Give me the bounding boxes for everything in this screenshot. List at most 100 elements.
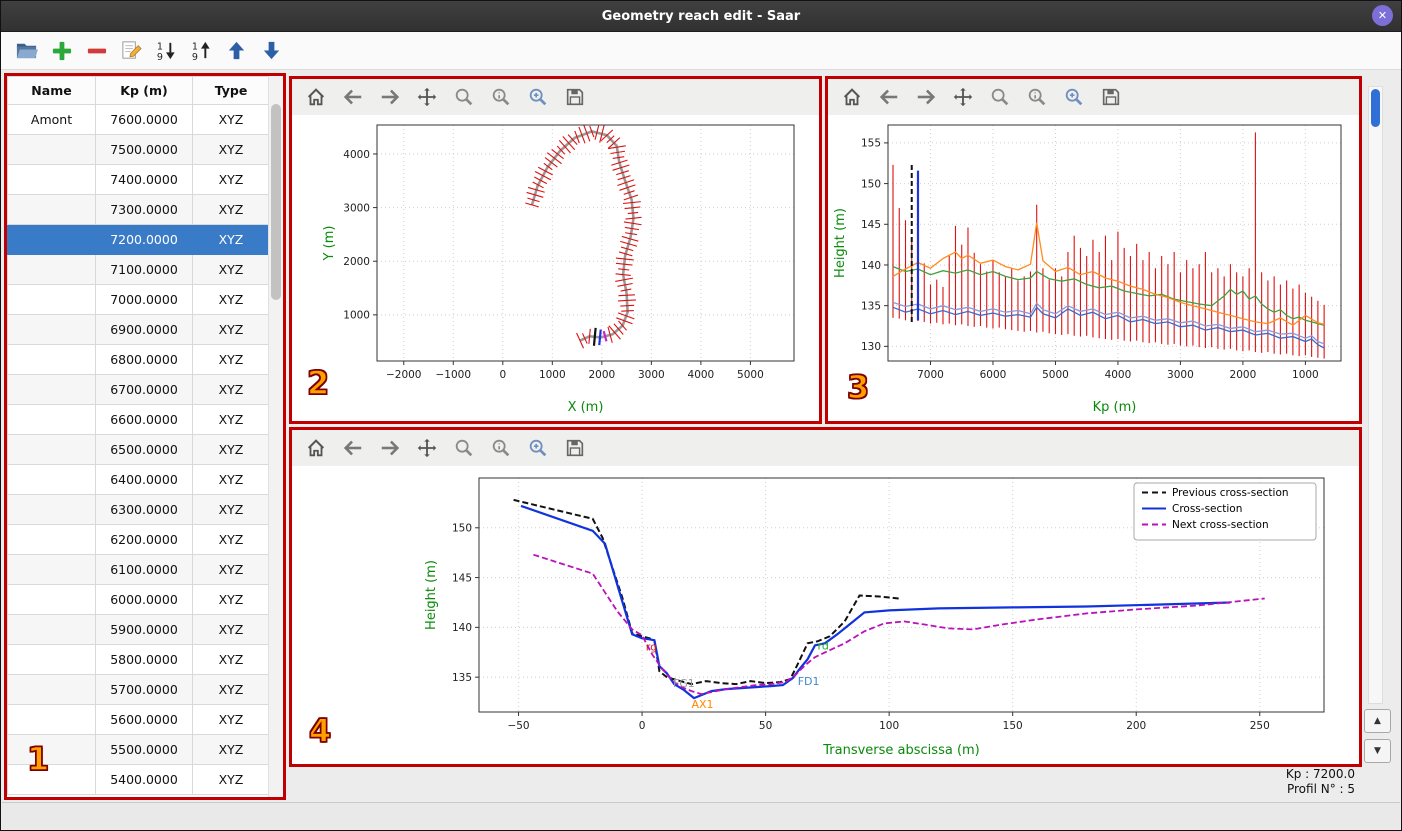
plan-view-chart[interactable]: −2000 −1000 0 1000 2000 3000 4000 5000 1000 2000 3… [292,115,819,421]
profile-status: Kp : 7200.0 Profil N° : 5 [1286,767,1355,797]
forward-button[interactable] [378,436,402,460]
table-row[interactable]: 5600.0000 XYZ [7,704,270,735]
cross-section-chart[interactable]: −50 0 50 100 150 200 250 135 140 145 150 Transverse… [292,466,1359,764]
move-up-button[interactable] [223,38,249,64]
annotation-FD1: FD1 [798,675,820,688]
delete-cross-section-button[interactable] [83,38,109,64]
table-row[interactable]: 6000.0000 XYZ [7,584,270,615]
zoom-button[interactable] [452,85,476,109]
forward-button[interactable] [914,85,938,109]
table-row[interactable]: Amont 7600.0000 XYZ [7,104,270,135]
cell-type: XYZ [192,134,270,165]
zoom-button[interactable] [452,436,476,460]
table-scrollbar[interactable] [268,76,283,797]
cell-name [7,134,96,165]
zoom-button[interactable] [988,85,1012,109]
pan-button[interactable] [415,436,439,460]
table-row[interactable]: 7200.0000 XYZ [7,224,270,255]
sort-ascending-button[interactable]: 1 9 [188,38,214,64]
svg-text:145: 145 [452,572,472,584]
annotation-number-2: 2 [306,364,330,402]
cell-type: XYZ [192,284,270,315]
magnifier-plus-icon [1065,88,1083,106]
table-row[interactable]: 6100.0000 XYZ [7,554,270,585]
forward-button[interactable] [378,85,402,109]
table-row[interactable]: 5800.0000 XYZ [7,644,270,675]
svg-text:Kp (m): Kp (m) [1093,400,1137,415]
table-row[interactable]: 6800.0000 XYZ [7,344,270,375]
zoom-rect-button[interactable] [526,436,550,460]
table-row[interactable]: 6700.0000 XYZ [7,374,270,405]
pan-button[interactable] [951,85,975,109]
svg-text:130: 130 [861,341,881,353]
cell-kp: 5400.0000 [95,764,193,795]
table-row[interactable]: 7500.0000 XYZ [7,134,270,165]
back-button[interactable] [877,85,901,109]
cell-name [7,734,96,765]
cell-name [7,704,96,735]
open-button[interactable] [13,38,39,64]
cell-kp: 5600.0000 [95,704,193,735]
back-button[interactable] [341,85,365,109]
table-row[interactable]: 7300.0000 XYZ [7,194,270,225]
magnifier-info-icon [492,88,510,106]
svg-text:150: 150 [452,523,472,535]
table-row[interactable]: 6600.0000 XYZ [7,404,270,435]
profile-scrollbar[interactable] [1368,86,1383,704]
cell-kp: 6700.0000 [95,374,193,405]
previous-profile-button[interactable]: ▲ [1364,709,1391,733]
close-button[interactable]: ✕ [1372,5,1393,26]
annotation-rg: rg [646,640,657,653]
save-button[interactable] [563,85,587,109]
cell-type: XYZ [192,314,270,345]
save-button[interactable] [1099,85,1123,109]
pan-icon [953,87,973,107]
table-row[interactable]: 5700.0000 XYZ [7,674,270,705]
add-cross-section-button[interactable] [48,38,74,64]
longitudinal-profile-chart[interactable]: 7000 6000 5000 4000 3000 2000 1000 130 135 140 145… [828,115,1359,421]
table-row[interactable]: 6200.0000 XYZ [7,524,270,555]
cell-name [7,764,96,795]
cell-type: XYZ [192,734,270,765]
table-row[interactable]: 7400.0000 XYZ [7,164,270,195]
home-button[interactable] [304,436,328,460]
profile-scrollbar-thumb[interactable] [1371,89,1380,127]
sort-descending-button[interactable]: 1 9 [153,38,179,64]
table-scrollbar-thumb[interactable] [271,104,281,300]
next-profile-button[interactable]: ▼ [1364,739,1391,763]
cell-type: XYZ [192,554,270,585]
move-down-button[interactable] [258,38,284,64]
svg-text:Transverse abscissa (m): Transverse abscissa (m) [822,743,980,758]
cell-type: XYZ [192,614,270,645]
zoom-info-button[interactable] [489,436,513,460]
zoom-rect-button[interactable] [526,85,550,109]
zoom-info-button[interactable] [489,85,513,109]
sort-ascending-icon: 1 9 [191,42,210,62]
forward-arrow-icon [381,89,400,105]
back-button[interactable] [341,436,365,460]
table-row[interactable]: 5900.0000 XYZ [7,614,270,645]
cross-sections-table: Name Kp (m) Type Amont 7600.0000 XYZ 7500.0… [7,76,270,795]
cell-type: XYZ [192,464,270,495]
svg-text:1: 1 [156,42,162,53]
cell-name [7,434,96,465]
table-row[interactable]: 6900.0000 XYZ [7,314,270,345]
table-row[interactable]: 6300.0000 XYZ [7,494,270,525]
zoom-info-button[interactable] [1025,85,1049,109]
home-button[interactable] [304,85,328,109]
edit-cross-section-button[interactable] [118,38,144,64]
table-row[interactable]: 7000.0000 XYZ [7,284,270,315]
annotation-AX1: AX1 [691,698,713,711]
table-header-row: Name Kp (m) Type [7,76,270,105]
table-row[interactable]: 7100.0000 XYZ [7,254,270,285]
cell-name [7,554,96,585]
kp-label: Kp : 7200.0 [1285,767,1355,781]
table-row[interactable]: 6500.0000 XYZ [7,434,270,465]
home-button[interactable] [840,85,864,109]
pan-button[interactable] [415,85,439,109]
zoom-rect-button[interactable] [1062,85,1086,109]
table-row[interactable]: 6400.0000 XYZ [7,464,270,495]
cell-type: XYZ [192,194,270,225]
cell-name: Amont [7,104,96,135]
save-button[interactable] [563,436,587,460]
